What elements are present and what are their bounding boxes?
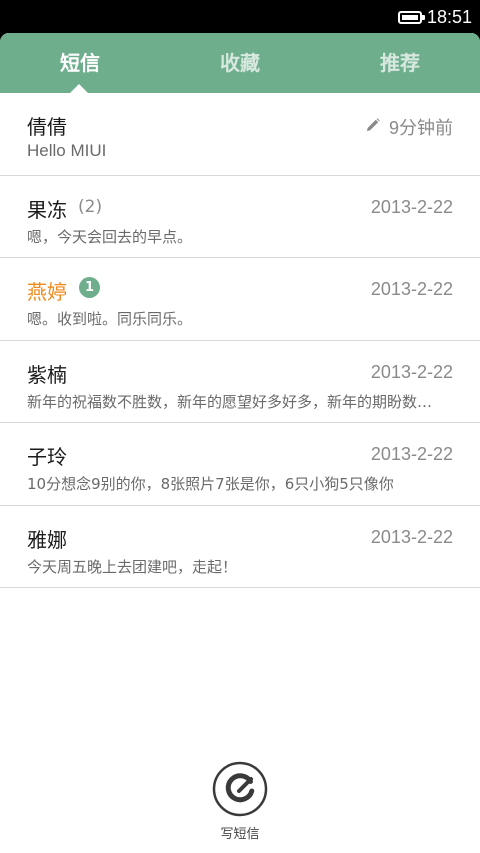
conversation-list: 倩倩 9分钟前 Hello MIUI 果冻 (2) 2013-2-22 嗯，今天… bbox=[0, 93, 480, 588]
unread-badge: 1 bbox=[79, 277, 100, 298]
message-count: (2) bbox=[78, 196, 103, 217]
message-time: 2013-2-22 bbox=[370, 526, 453, 547]
conversation-item-ziling[interactable]: 子玲 2013-2-22 10分想念9别的你，8张照片7张是你，6只小狗5只像你 bbox=[0, 423, 480, 506]
contact-name: 倩倩 bbox=[27, 115, 67, 139]
compose-label: 写短信 bbox=[220, 827, 260, 842]
contact-name: 燕婷 bbox=[27, 280, 67, 304]
message-preview: 10分想念9别的你，8张照片7张是你，6只小狗5只像你 bbox=[27, 475, 394, 493]
conversation-item-zinan[interactable]: 紫楠 2013-2-22 新年的祝福数不胜数，新年的愿望好多好多，新年的期盼数不… bbox=[0, 341, 480, 423]
message-time: 2013-2-22 bbox=[370, 444, 453, 464]
compose-icon bbox=[212, 761, 268, 817]
phone-screen: 18:51 短信 收藏 推荐 倩倩 9分钟前 Hello MIUI 果冻 (2) bbox=[0, 0, 480, 853]
contact-name: 紫楠 bbox=[27, 362, 67, 387]
contact-name: 子玲 bbox=[27, 445, 67, 469]
status-bar: 18:51 bbox=[0, 0, 480, 34]
tab-recommend[interactable]: 推荐 bbox=[320, 33, 480, 93]
message-preview: 今天周五晚上去团建吧，走起！ bbox=[27, 557, 238, 576]
compose-button[interactable]: 写短信 bbox=[200, 761, 280, 847]
tab-bar: 短信 收藏 推荐 bbox=[0, 33, 480, 94]
message-time: 2013-2-22 bbox=[370, 361, 453, 382]
messaging-app: 短信 收藏 推荐 倩倩 9分钟前 Hello MIUI 果冻 (2) 2013-… bbox=[0, 33, 480, 853]
contact-name: 雅娜 bbox=[27, 527, 67, 552]
message-preview: 嗯，今天会回去的早点。 bbox=[27, 227, 193, 246]
message-preview: 新年的祝福数不胜数，新年的愿望好多好多，新年的期盼数不完，新年的思念说不尽 bbox=[27, 392, 447, 411]
message-time: 9分钟前 bbox=[388, 118, 453, 138]
battery-full-icon bbox=[398, 11, 425, 24]
contact-name: 果冻 bbox=[27, 197, 67, 222]
message-time: 2013-2-22 bbox=[370, 196, 453, 217]
tab-favorites[interactable]: 收藏 bbox=[160, 33, 320, 93]
conversation-item-qianqian[interactable]: 倩倩 9分钟前 Hello MIUI bbox=[0, 93, 480, 176]
message-preview: Hello MIUI bbox=[27, 141, 107, 160]
pencil-icon bbox=[367, 118, 380, 131]
message-time: 2013-2-22 bbox=[370, 279, 453, 299]
conversation-item-guodong[interactable]: 果冻 (2) 2013-2-22 嗯，今天会回去的早点。 bbox=[0, 176, 480, 258]
status-time: 18:51 bbox=[427, 7, 473, 27]
conversation-item-yanting[interactable]: 燕婷 1 2013-2-22 嗯。收到啦。同乐同乐。 bbox=[0, 258, 480, 341]
conversation-item-yana[interactable]: 雅娜 2013-2-22 今天周五晚上去团建吧，走起！ bbox=[0, 506, 480, 588]
message-preview: 嗯。收到啦。同乐同乐。 bbox=[27, 310, 193, 328]
